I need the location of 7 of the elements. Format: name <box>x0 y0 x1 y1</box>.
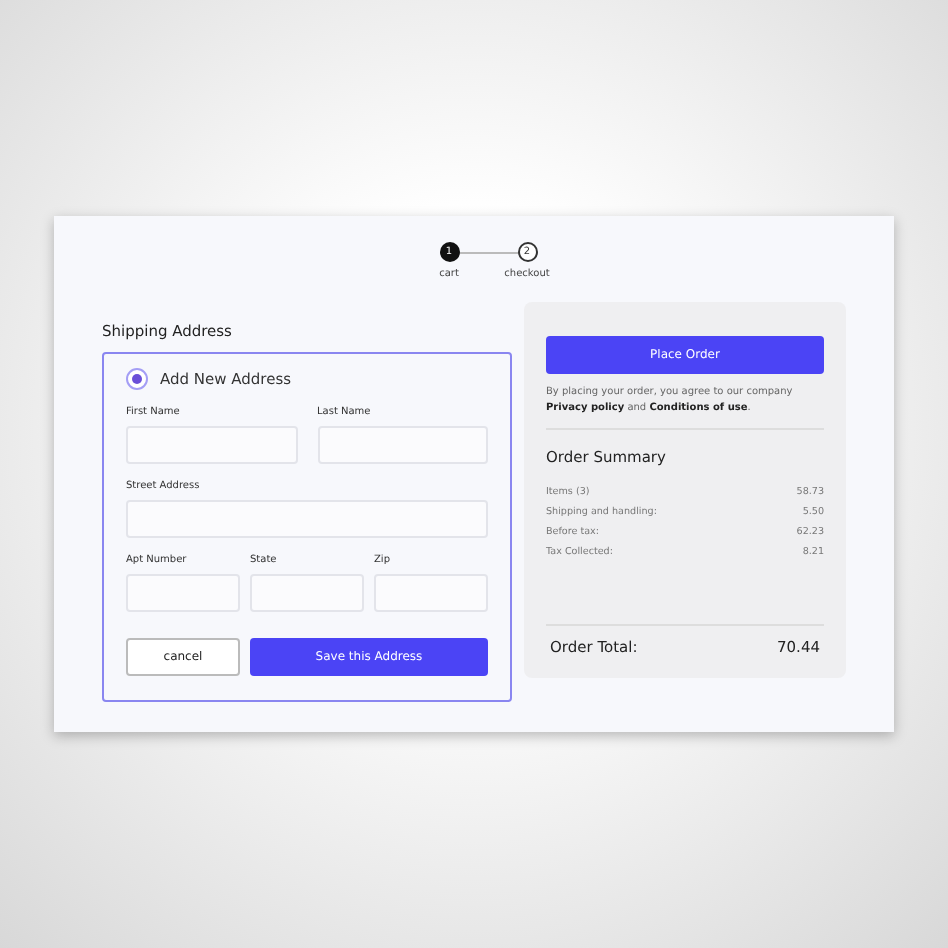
input-field[interactable] <box>126 500 488 538</box>
input-field[interactable] <box>317 426 488 464</box>
radio-button[interactable] <box>126 368 148 390</box>
input-field[interactable] <box>126 574 240 612</box>
input-field[interactable] <box>126 426 297 464</box>
input-field[interactable] <box>250 574 364 612</box>
input-field[interactable] <box>374 574 488 612</box>
